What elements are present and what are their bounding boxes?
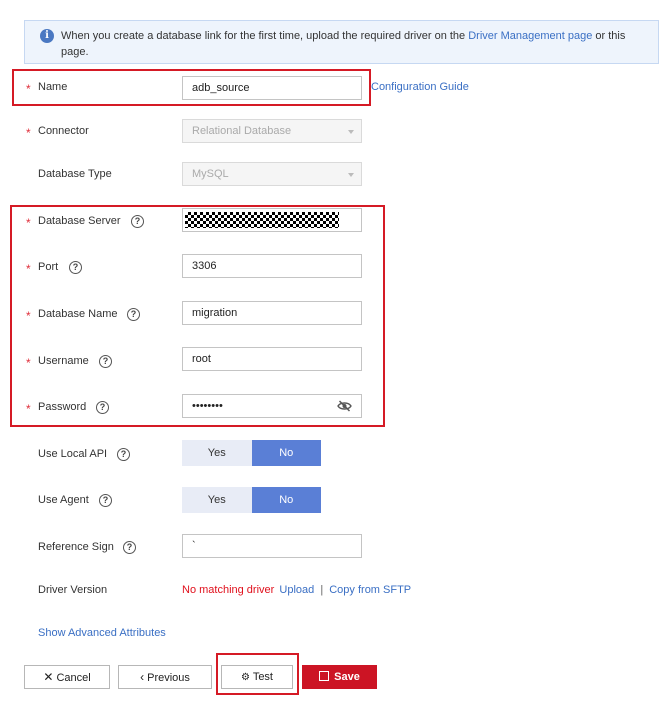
database-server-input[interactable] xyxy=(182,208,362,232)
chevron-down-icon xyxy=(348,130,354,134)
connector-select-value: Relational Database xyxy=(192,125,292,137)
required-mark: * xyxy=(26,309,31,323)
show-advanced-attributes-link[interactable]: Show Advanced Attributes xyxy=(38,627,166,639)
use-agent-no[interactable]: No xyxy=(251,487,321,513)
password-value: •••••••• xyxy=(192,400,223,412)
database-name-input[interactable]: migration xyxy=(182,301,362,325)
cancel-button[interactable]: ✕ Cancel xyxy=(24,665,110,689)
chevron-left-icon: ‹ xyxy=(140,670,145,684)
use-agent-toggle: Yes No xyxy=(182,487,321,513)
previous-button[interactable]: ‹ Previous xyxy=(118,665,212,689)
save-icon xyxy=(319,671,330,681)
use-agent-yes[interactable]: Yes xyxy=(182,487,252,513)
driver-version-label: Driver Version xyxy=(38,584,108,596)
required-mark: * xyxy=(26,126,31,140)
database-type-select-value: MySQL xyxy=(192,168,229,180)
connector-label: Connector xyxy=(38,125,89,137)
test-button-label: Test xyxy=(252,671,273,683)
previous-button-label: Previous xyxy=(147,672,190,684)
required-mark: * xyxy=(26,216,31,230)
help-icon[interactable]: ? xyxy=(69,261,82,274)
close-icon: ✕ xyxy=(43,670,54,684)
save-button-label: Save xyxy=(334,671,360,683)
connector-select: Relational Database xyxy=(182,119,362,143)
copy-from-sftp-link[interactable]: Copy from SFTP xyxy=(329,584,411,596)
test-button[interactable]: ⚙ Test xyxy=(221,665,293,689)
name-label: Name xyxy=(38,81,68,93)
help-icon[interactable]: ? xyxy=(117,448,130,461)
required-mark: * xyxy=(26,82,31,96)
name-input[interactable]: adb_source xyxy=(182,76,362,100)
chevron-down-icon xyxy=(348,173,354,177)
username-label: Username xyxy=(38,355,89,367)
link-separator: | xyxy=(320,584,324,596)
database-name-label: Database Name xyxy=(38,308,118,320)
use-local-api-no[interactable]: No xyxy=(251,440,321,466)
configuration-guide-link[interactable]: Configuration Guide xyxy=(371,81,469,93)
info-banner-text: When you create a database link for the … xyxy=(61,30,626,58)
help-icon[interactable]: ? xyxy=(131,215,144,228)
database-type-select: MySQL xyxy=(182,162,362,186)
eye-slash-icon[interactable] xyxy=(337,400,352,412)
driver-management-link[interactable]: Driver Management page xyxy=(468,30,592,42)
help-icon[interactable]: ? xyxy=(127,308,140,321)
info-icon: i xyxy=(40,29,54,43)
use-local-api-yes[interactable]: Yes xyxy=(182,440,252,466)
use-local-api-label: Use Local API xyxy=(38,448,108,460)
driver-version-status: No matching driver Upload | Copy from SF… xyxy=(182,580,411,600)
database-type-label: Database Type xyxy=(38,168,112,180)
upload-link[interactable]: Upload xyxy=(279,584,314,596)
use-agent-label: Use Agent xyxy=(38,494,89,506)
port-input[interactable]: 3306 xyxy=(182,254,362,278)
save-button[interactable]: Save xyxy=(302,665,377,689)
help-icon[interactable]: ? xyxy=(123,541,136,554)
required-mark: * xyxy=(26,356,31,370)
help-icon[interactable]: ? xyxy=(96,401,109,414)
cancel-button-label: Cancel xyxy=(56,672,91,684)
required-mark: * xyxy=(26,262,31,276)
port-label: Port xyxy=(38,261,59,273)
connection-test-icon: ⚙ xyxy=(240,672,250,683)
password-label: Password xyxy=(38,401,87,413)
reference-sign-label: Reference Sign xyxy=(38,541,114,553)
password-input[interactable]: •••••••• xyxy=(182,394,362,418)
database-server-label: Database Server xyxy=(38,215,121,227)
no-matching-driver-text: No matching driver xyxy=(182,584,275,596)
username-input[interactable]: root xyxy=(182,347,362,371)
help-icon[interactable]: ? xyxy=(99,494,112,507)
required-mark: * xyxy=(26,402,31,416)
use-local-api-toggle: Yes No xyxy=(182,440,321,466)
help-icon[interactable]: ? xyxy=(99,355,112,368)
reference-sign-input[interactable]: ` xyxy=(182,534,362,558)
masked-server-address xyxy=(185,212,339,228)
info-banner: i When you create a database link for th… xyxy=(24,20,659,64)
